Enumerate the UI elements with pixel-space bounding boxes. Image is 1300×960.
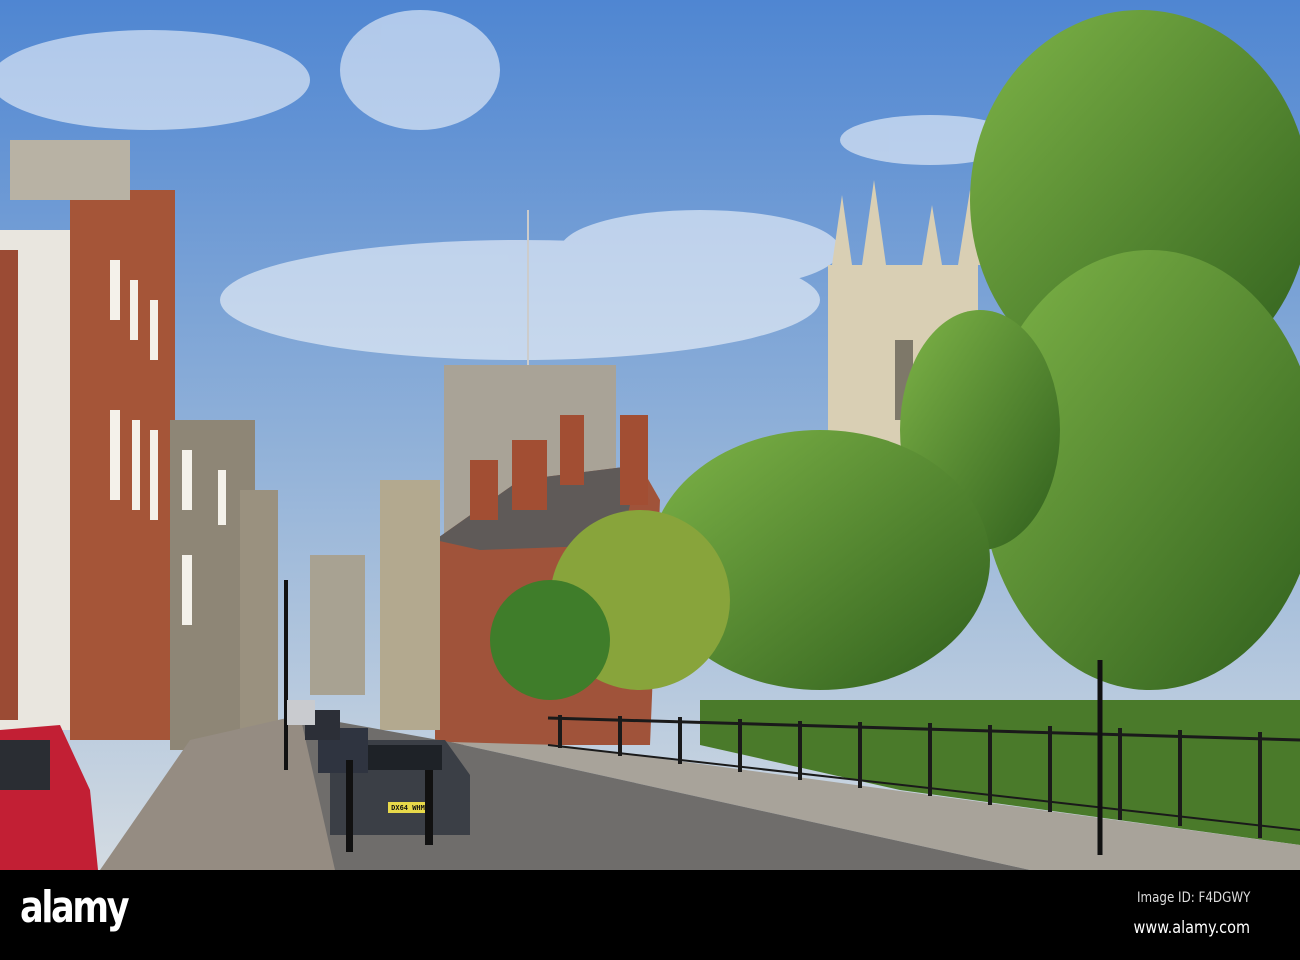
watermark-bar: alamy Image ID: F4DGWY www.alamy.com [0, 870, 1300, 960]
website-url: www.alamy.com [1133, 918, 1250, 938]
image-id: Image ID: F4DGWY [1136, 890, 1250, 906]
alamy-logo: alamy [20, 882, 130, 933]
license-plate-text: DX64 WHM [391, 804, 425, 812]
street-photo: DX64 WHM [0, 0, 1300, 870]
